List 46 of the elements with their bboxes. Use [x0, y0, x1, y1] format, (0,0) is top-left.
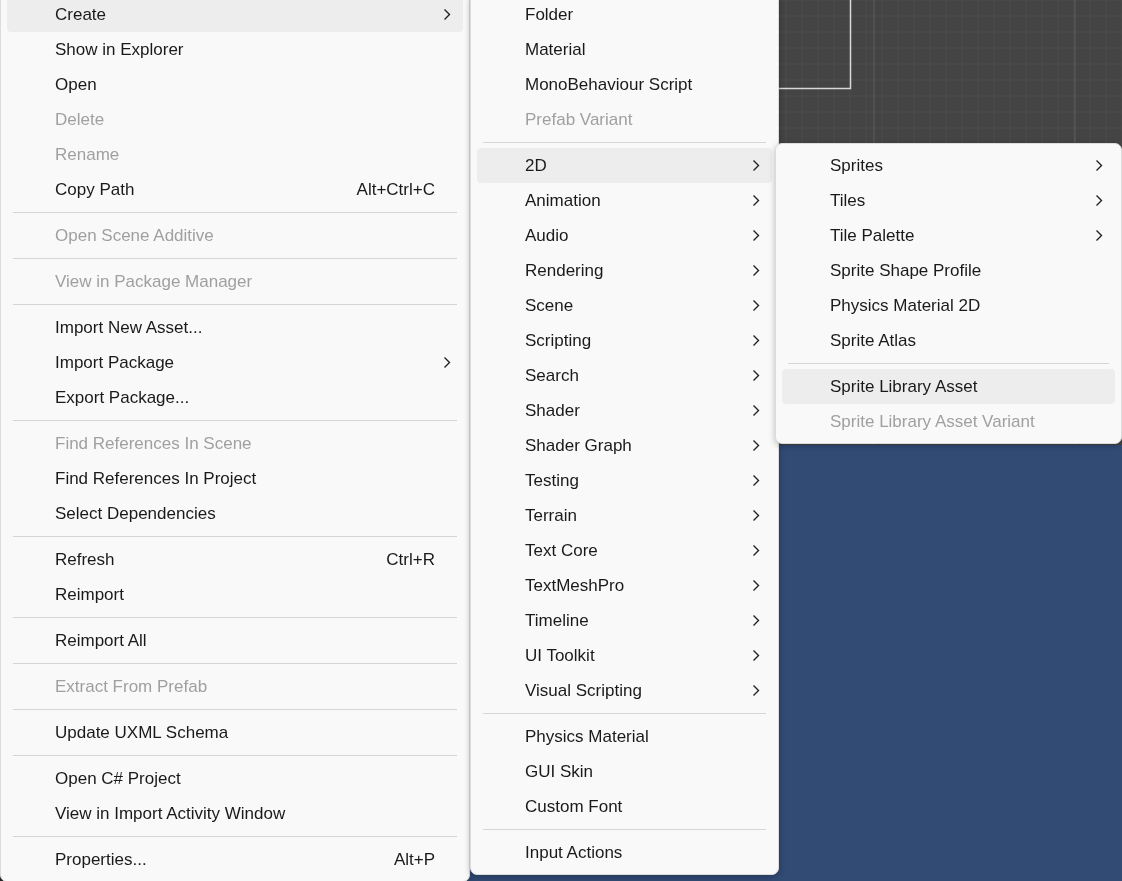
menu-item[interactable]: Timeline [477, 603, 772, 638]
menu-item[interactable]: Search [477, 358, 772, 393]
menu-item[interactable]: Select Dependencies [7, 496, 463, 531]
menu-item[interactable]: Text Core [477, 533, 772, 568]
menu-item[interactable]: Sprite Atlas [782, 323, 1115, 358]
menu-item[interactable]: Create [7, 0, 463, 32]
menu-item[interactable]: Material [477, 32, 772, 67]
menu-item[interactable]: Scripting [477, 323, 772, 358]
menu-item[interactable]: Copy Path Alt+Ctrl+C [7, 172, 463, 207]
menu-item[interactable]: Physics Material 2D [782, 288, 1115, 323]
menu-item[interactable]: Import New Asset... [7, 310, 463, 345]
menu-item[interactable]: Reimport All [7, 623, 463, 658]
menu-item[interactable]: MonoBehaviour Script [477, 67, 772, 102]
menu-item[interactable]: Physics Material [477, 719, 772, 754]
menu-item[interactable]: Sprite Shape Profile [782, 253, 1115, 288]
menu-item[interactable]: Refresh Ctrl+R [7, 542, 463, 577]
menu-item[interactable]: Sprites [782, 148, 1115, 183]
menu-item[interactable]: Open C# Project [7, 761, 463, 796]
menu-item[interactable]: View in Import Activity Window [7, 796, 463, 831]
menu-item[interactable]: GUI Skin [477, 754, 772, 789]
menu-item[interactable]: Folder [477, 0, 772, 32]
menu-item[interactable]: Show in Explorer [7, 32, 463, 67]
menu-item[interactable]: Properties... Alt+P [7, 842, 463, 877]
menu-item[interactable]: Scene [477, 288, 772, 323]
menu-item[interactable]: Reimport [7, 577, 463, 612]
menu-item[interactable]: 2D [477, 148, 772, 183]
menu-item[interactable]: Shader [477, 393, 772, 428]
menu-item[interactable]: Open [7, 67, 463, 102]
menu-item[interactable]: Update UXML Schema [7, 715, 463, 750]
menu-item[interactable]: Tiles [782, 183, 1115, 218]
menu-item[interactable]: TextMeshPro [477, 568, 772, 603]
menu-item[interactable]: Shader Graph [477, 428, 772, 463]
menu-item[interactable]: Visual Scripting [477, 673, 772, 708]
menu-item[interactable]: UI Toolkit [477, 638, 772, 673]
menu-item[interactable]: Export Package... [7, 380, 463, 415]
menu-item[interactable]: Custom Font [477, 789, 772, 824]
menu-item[interactable]: Input Actions [477, 835, 772, 870]
menu-item[interactable]: Tile Palette [782, 218, 1115, 253]
menu-item[interactable]: Audio [477, 218, 772, 253]
menu-item[interactable]: Find References In Project [7, 461, 463, 496]
menu-item[interactable]: Animation [477, 183, 772, 218]
menu-item[interactable]: Sprite Library Asset [782, 369, 1115, 404]
menu-item[interactable]: Rendering [477, 253, 772, 288]
menu-item[interactable]: Terrain [477, 498, 772, 533]
menu-item[interactable]: Import Package [7, 345, 463, 380]
menu-item[interactable]: Testing [477, 463, 772, 498]
